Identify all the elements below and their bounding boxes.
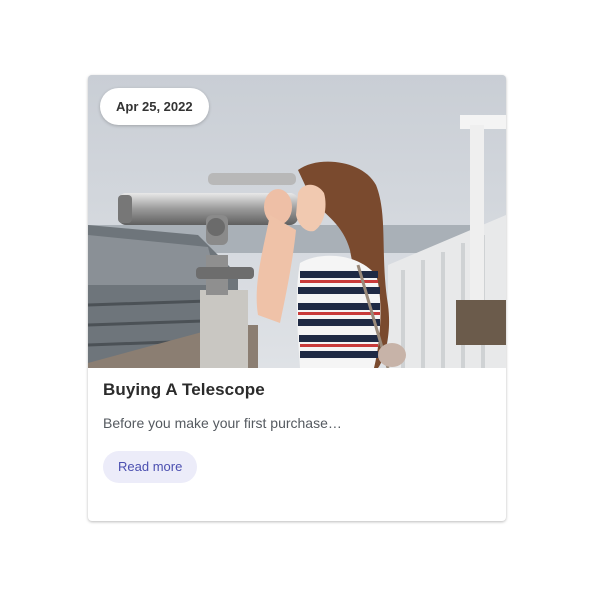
article-excerpt: Before you make your first purchase… <box>103 415 342 431</box>
article-card[interactable]: Apr 25, 2022 Buying A Telescope Before y… <box>88 75 506 521</box>
article-title[interactable]: Buying A Telescope <box>103 380 265 400</box>
date-badge: Apr 25, 2022 <box>100 88 209 125</box>
article-image: Apr 25, 2022 <box>88 75 506 368</box>
read-more-button[interactable]: Read more <box>103 451 198 483</box>
